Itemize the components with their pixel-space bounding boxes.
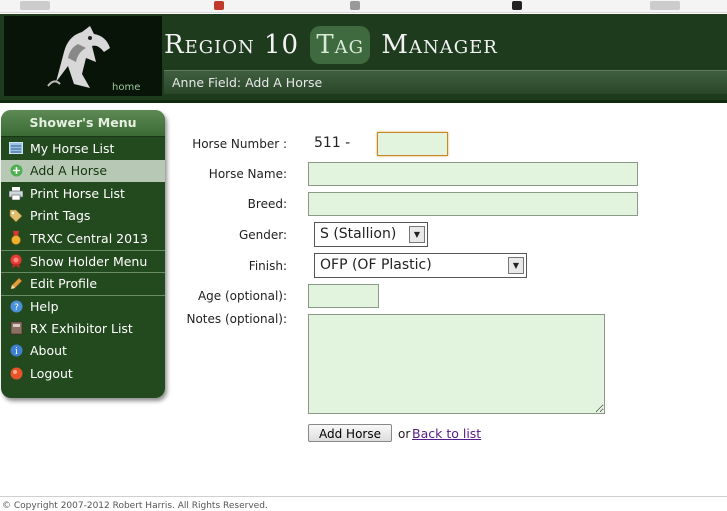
browser-tab-icon [20,1,50,10]
sidebar-item-label: Logout [30,365,73,381]
horse-number-input[interactable] [377,132,448,156]
plus-circle-icon [9,164,23,178]
browser-tab-icon [512,1,522,10]
list-icon [9,141,23,155]
book-icon [9,321,23,335]
gender-select[interactable]: S (Stallion) ▼ [314,222,428,247]
breed-input[interactable] [308,192,638,216]
age-label: Age (optional): [197,289,287,303]
title-right: Manager [381,30,498,60]
sidebar-item-label: Help [30,298,59,314]
home-link[interactable]: home [112,82,140,93]
horse-number-prefix: 511 - [314,135,351,151]
info-icon: i [9,344,23,358]
horse-name-label: Horse Name: [208,167,287,181]
or-text: or [398,427,411,441]
page-title: Region 10 Tag Manager [164,26,498,64]
sidebar-item-label: About [30,343,67,359]
svg-text:i: i [15,347,18,357]
age-input[interactable] [308,284,379,308]
add-horse-button[interactable]: Add Horse [308,424,392,442]
rosette-icon [9,254,23,269]
sidebar-item-about[interactable]: i About [1,340,165,363]
breadcrumb: Anne Field: Add A Horse [164,70,727,94]
browser-tab-icon [350,1,360,10]
finish-select[interactable]: OFP (OF Plastic) ▼ [314,253,527,278]
horse-number-label: Horse Number : [192,137,287,151]
finish-selected-value: OFP (OF Plastic) [320,257,432,273]
logo-area: home [4,16,162,96]
sidebar-menu: Shower's Menu My Horse List Add A Horse … [1,110,165,398]
browser-top-strip [0,0,727,13]
finish-label: Finish: [248,259,287,273]
medal-icon [9,231,23,246]
svg-text:?: ? [14,303,19,313]
help-icon: ? [9,299,23,313]
browser-tab-icon [214,1,224,10]
breed-label: Breed: [247,197,287,211]
sidebar-heading: Shower's Menu [1,110,165,137]
notes-textarea[interactable] [308,314,605,414]
pencil-icon [9,277,23,291]
gender-selected-value: S (Stallion) [320,226,397,242]
browser-tab-icon [650,1,680,10]
footer-divider [0,496,727,497]
gender-label: Gender: [238,228,287,242]
footer-copyright: © Copyright 2007-2012 Robert Harris. All… [2,501,268,511]
title-left: Region 10 [164,30,300,60]
sidebar-item-logout[interactable]: Logout [1,362,165,385]
chevron-down-icon[interactable]: ▼ [508,257,524,274]
title-tag: Tag [310,26,371,64]
site-header: home Region 10 Tag Manager Anne Field: A… [0,14,727,103]
printer-icon [9,186,23,200]
notes-label: Notes (optional): [186,312,287,326]
back-to-list-link[interactable]: Back to list [412,426,481,441]
horse-name-input[interactable] [308,162,638,186]
chevron-down-icon[interactable]: ▼ [409,226,425,243]
logout-icon [9,366,23,380]
tag-icon [9,209,23,223]
